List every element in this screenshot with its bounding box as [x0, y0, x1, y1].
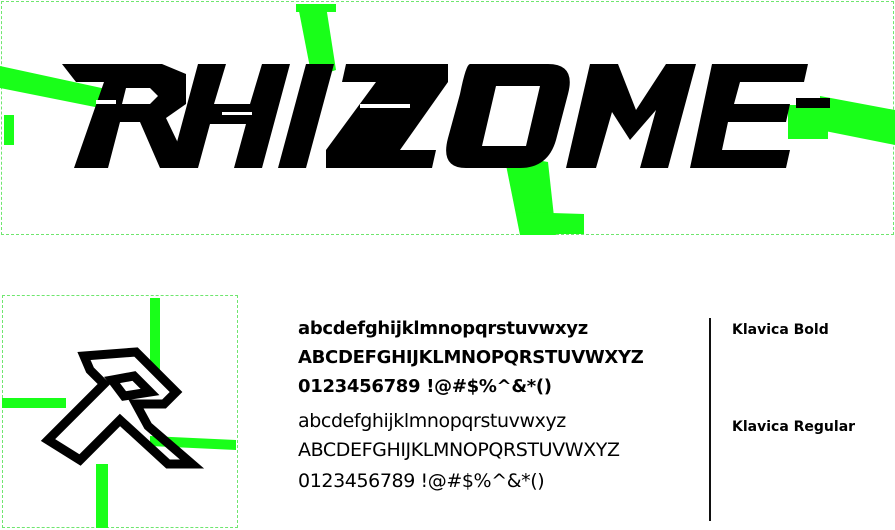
specimen-regular-digits: 0123456789 !@#$%^&*()	[298, 470, 545, 492]
specimen-regular-uppercase: ABCDEFGHIJKLMNOPQRSTUVWXYZ	[298, 439, 620, 461]
specimen-regular-lowercase: abcdefghijklmnopqrstuvwxyz	[298, 410, 566, 432]
font-name-bold: Klavica Bold	[732, 322, 829, 338]
logo-frame	[2, 295, 238, 528]
font-name-regular: Klavica Regular	[732, 419, 856, 435]
rhizome-wordmark	[0, 4, 895, 235]
specimen-bold-digits: 0123456789 !@#$%^&*()	[298, 376, 552, 397]
specimen-divider	[709, 318, 711, 521]
specimen-bold-uppercase: ABCDEFGHIJKLMNOPQRSTUVWXYZ	[298, 347, 644, 368]
specimen-bold-lowercase: abcdefghijklmnopqrstuvwxyz	[298, 318, 588, 339]
wordmark-letters	[62, 64, 830, 168]
